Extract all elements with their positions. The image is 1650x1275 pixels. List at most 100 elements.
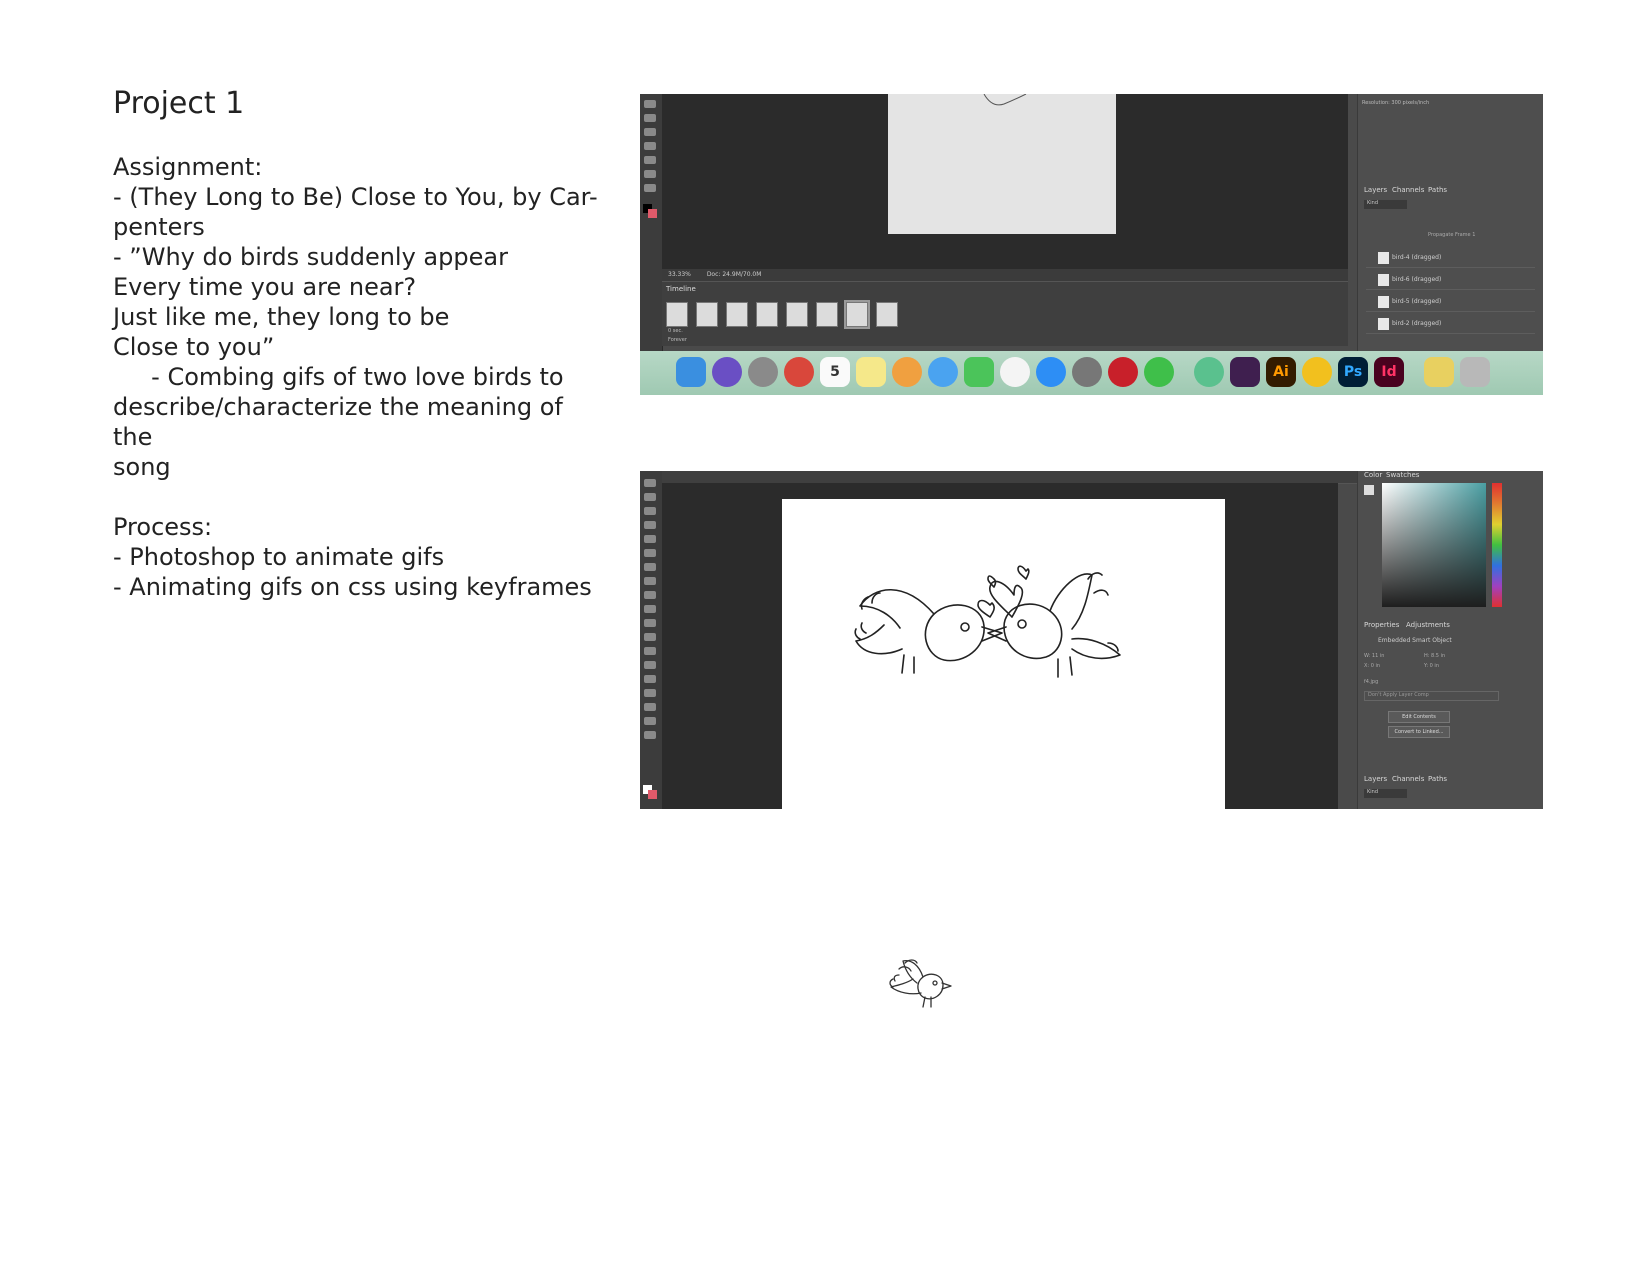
timeline-panel: Timeline 0 sec. Forever bbox=[662, 281, 1348, 346]
pen-tool-icon bbox=[644, 647, 656, 655]
layer-row[interactable]: bird-6 (dragged) bbox=[1366, 270, 1535, 290]
timeline-frame[interactable] bbox=[756, 302, 778, 327]
layer-name: bird-4 (dragged) bbox=[1392, 254, 1442, 261]
resolution-info: Resolution: 300 pixels/inch bbox=[1362, 100, 1430, 106]
tab-channels[interactable]: Channels bbox=[1392, 186, 1424, 194]
layer-filter[interactable]: Kind bbox=[1364, 789, 1407, 798]
tab-channels[interactable]: Channels bbox=[1392, 775, 1424, 783]
calendar-icon[interactable]: 5 bbox=[820, 357, 850, 387]
app-store-icon[interactable] bbox=[1036, 357, 1066, 387]
photos-icon[interactable] bbox=[892, 357, 922, 387]
launchpad-icon[interactable] bbox=[748, 357, 778, 387]
timeline-frame[interactable] bbox=[696, 302, 718, 327]
process-line: - Animating gifs on css using keyframes bbox=[113, 573, 592, 601]
atom-icon[interactable] bbox=[1194, 357, 1224, 387]
assignment-line: - Combing gifs of two love birds to bbox=[113, 363, 564, 391]
tab-adjustments[interactable]: Adjustments bbox=[1406, 621, 1450, 629]
layer-name: bird-6 (dragged) bbox=[1392, 276, 1442, 283]
notes-icon[interactable] bbox=[856, 357, 886, 387]
tab-swatches[interactable]: Swatches bbox=[1386, 471, 1419, 479]
layer-row[interactable]: bird-2 (dragged) bbox=[1366, 314, 1535, 334]
x-field[interactable]: X: 0 in bbox=[1364, 663, 1380, 669]
indesign-icon[interactable]: Id bbox=[1374, 357, 1404, 387]
doc-size: Doc: 24.9M/70.0M bbox=[706, 271, 762, 278]
blur-tool-icon bbox=[644, 619, 656, 627]
color-picker-field[interactable] bbox=[1382, 483, 1486, 607]
background-color-swatch bbox=[648, 790, 657, 799]
timeline-frame[interactable] bbox=[816, 302, 838, 327]
assignment-line: song bbox=[113, 453, 171, 481]
move-tool-icon bbox=[644, 479, 656, 487]
facetime-icon[interactable] bbox=[964, 357, 994, 387]
photoshop-canvas-screenshot: Color Swatches Properties Adjustments Em… bbox=[640, 471, 1543, 809]
tab-layers[interactable]: Layers bbox=[1364, 186, 1387, 194]
properties-title: Embedded Smart Object bbox=[1378, 637, 1452, 644]
tab-layers[interactable]: Layers bbox=[1364, 775, 1387, 783]
tab-paths[interactable]: Paths bbox=[1428, 775, 1447, 783]
preview-icon[interactable] bbox=[1424, 357, 1454, 387]
messages-icon[interactable] bbox=[928, 357, 958, 387]
expressvpn-icon[interactable] bbox=[1108, 357, 1138, 387]
photoshop-icon[interactable]: Ps bbox=[1338, 357, 1368, 387]
edit-contents-button[interactable]: Edit Contents bbox=[1388, 711, 1450, 723]
bird-gif bbox=[885, 955, 955, 1015]
pen-tool-icon bbox=[644, 128, 656, 136]
layer-filter[interactable]: Kind bbox=[1364, 200, 1407, 209]
lasso-tool-icon bbox=[644, 507, 656, 515]
width-field[interactable]: W: 11 in bbox=[1364, 653, 1384, 659]
layer-thumbnail bbox=[1378, 274, 1389, 286]
propagate-frame[interactable]: Propagate Frame 1 bbox=[1428, 232, 1475, 238]
file-name: f4.jpg bbox=[1364, 679, 1379, 685]
cyberduck-icon[interactable] bbox=[1302, 357, 1332, 387]
tab-color[interactable]: Color bbox=[1364, 471, 1382, 479]
layer-comp-select[interactable]: Don't Apply Layer Comp bbox=[1364, 691, 1499, 701]
tab-paths[interactable]: Paths bbox=[1428, 186, 1447, 194]
timeline-frame[interactable] bbox=[876, 302, 898, 327]
zoom-tool-icon bbox=[644, 170, 656, 178]
layer-thumbnail bbox=[1378, 296, 1389, 308]
hand-tool-icon bbox=[644, 156, 656, 164]
bird-icon bbox=[889, 959, 952, 1008]
timeline-frame[interactable] bbox=[666, 302, 688, 327]
finder-icon[interactable] bbox=[676, 357, 706, 387]
slack-icon[interactable] bbox=[1230, 357, 1260, 387]
assignment-line: Every time you are near? bbox=[113, 273, 417, 301]
height-field[interactable]: H: 8.5 in bbox=[1424, 653, 1445, 659]
timeline-frame-selected[interactable] bbox=[844, 300, 870, 329]
layer-thumbnail bbox=[1378, 252, 1389, 264]
right-panels: Resolution: 300 pixels/inch Layers Chann… bbox=[1357, 94, 1543, 395]
fg-color-chip[interactable] bbox=[1364, 485, 1374, 495]
itunes-icon[interactable] bbox=[1000, 357, 1030, 387]
type-tool-icon bbox=[644, 114, 656, 122]
layer-row[interactable]: bird-5 (dragged) bbox=[1366, 292, 1535, 312]
page-title: Project 1 bbox=[113, 86, 245, 121]
hue-slider[interactable] bbox=[1492, 483, 1502, 607]
tab-properties[interactable]: Properties bbox=[1364, 621, 1399, 629]
timeline-frame[interactable] bbox=[786, 302, 808, 327]
photoshop-timeline-screenshot: 33.33% Doc: 24.9M/70.0M Timeline 0 sec. … bbox=[640, 94, 1543, 395]
tools-panel bbox=[640, 94, 663, 395]
siri-icon[interactable] bbox=[712, 357, 742, 387]
status-bar: 33.33% Doc: 24.9M/70.0M bbox=[662, 269, 1348, 281]
chrome-icon[interactable] bbox=[784, 357, 814, 387]
system-preferences-icon[interactable] bbox=[1072, 357, 1102, 387]
assignment-line: Just like me, they long to be bbox=[113, 303, 450, 331]
assignment-line: penters bbox=[113, 213, 205, 241]
background-color-swatch bbox=[648, 209, 657, 218]
crop-tool-icon bbox=[644, 535, 656, 543]
layer-row[interactable]: bird-4 (dragged) bbox=[1366, 248, 1535, 268]
illustrator-icon[interactable]: Ai bbox=[1266, 357, 1296, 387]
wechat-icon[interactable] bbox=[1144, 357, 1174, 387]
loop-options[interactable]: Forever bbox=[668, 337, 687, 343]
layer-thumbnail bbox=[1378, 318, 1389, 330]
convert-to-linked-button[interactable]: Convert to Linked... bbox=[1388, 726, 1450, 738]
mac-dock: 5 Ai Ps Id bbox=[640, 351, 1543, 395]
trash-icon[interactable] bbox=[1460, 357, 1490, 387]
bird-sketch-icon bbox=[983, 94, 1027, 106]
assignment-line: describe/characterize the meaning of the bbox=[113, 393, 571, 451]
layer-name: bird-2 (dragged) bbox=[1392, 320, 1442, 327]
frame-delay[interactable]: 0 sec. bbox=[668, 328, 683, 334]
y-field[interactable]: Y: 0 in bbox=[1424, 663, 1439, 669]
zoom-tool-icon bbox=[644, 717, 656, 725]
timeline-frame[interactable] bbox=[726, 302, 748, 327]
